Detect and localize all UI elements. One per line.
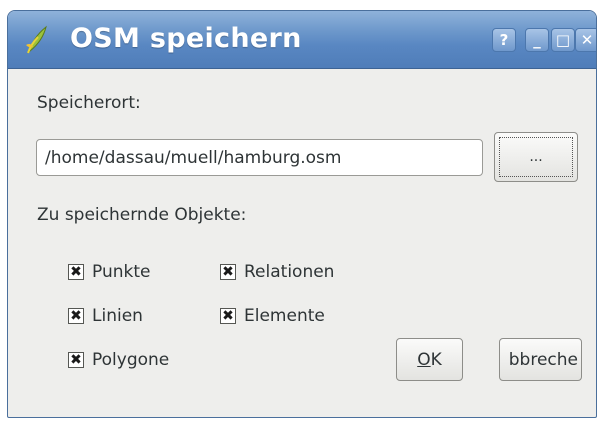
checkbox-checked-icon[interactable]: ✖ [220,308,236,324]
cancel-button[interactable]: bbreche [499,338,582,381]
dialog-window: OSM speichern ? _ □ ✕ Speicherort: ... Z… [7,10,597,418]
title-bar[interactable]: OSM speichern ? _ □ ✕ [8,11,596,69]
checkbox-elemente[interactable]: ✖ Elemente [220,306,325,326]
checkbox-label: Punkte [92,262,151,282]
browse-button-label: ... [499,137,573,177]
ok-button[interactable]: OK [396,338,463,381]
ok-label-rest: K [430,349,442,370]
qgis-leaf-icon [24,25,50,55]
location-label: Speicherort: [37,93,141,113]
window-title: OSM speichern [70,23,302,54]
checkbox-checked-icon[interactable]: ✖ [68,308,84,324]
help-button[interactable]: ? [492,28,516,52]
objects-label: Zu speichernde Objekte: [37,205,247,225]
checkbox-polygone[interactable]: ✖ Polygone [68,350,169,370]
checkbox-checked-icon[interactable]: ✖ [220,264,236,280]
ok-mnemonic: O [417,349,431,370]
checkbox-checked-icon[interactable]: ✖ [68,264,84,280]
checkbox-label: Linien [92,306,143,326]
minimize-button[interactable]: _ [525,28,549,52]
file-path-input[interactable] [36,139,483,176]
close-button[interactable]: ✕ [575,28,596,52]
checkbox-label: Elemente [244,306,325,326]
checkbox-punkte[interactable]: ✖ Punkte [68,262,150,282]
browse-button[interactable]: ... [494,132,578,182]
checkbox-relationen[interactable]: ✖ Relationen [220,262,334,282]
checkbox-checked-icon[interactable]: ✖ [68,352,84,368]
checkbox-linien[interactable]: ✖ Linien [68,306,143,326]
checkbox-label: Polygone [92,350,170,370]
checkbox-label: Relationen [244,262,335,282]
maximize-button[interactable]: □ [551,28,575,52]
